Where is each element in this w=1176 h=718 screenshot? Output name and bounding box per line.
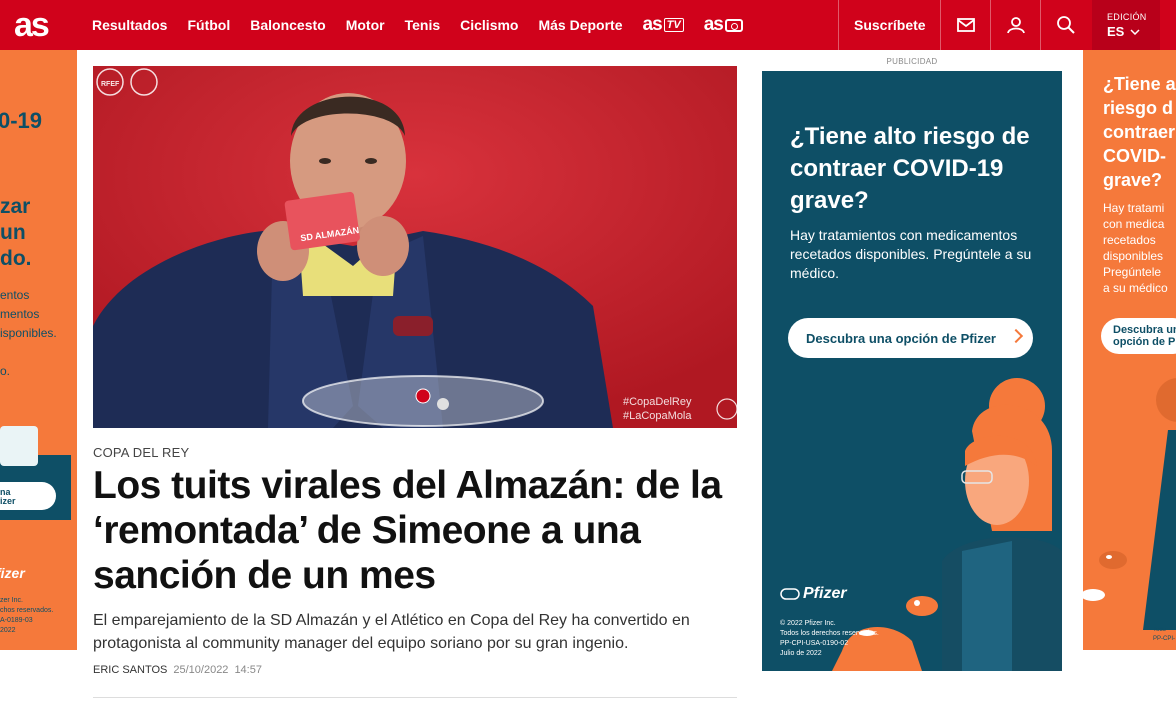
ad-left-subheadline: zar un do. [0,194,32,272]
as-logo[interactable]: as [14,8,50,42]
header-divider [838,0,839,50]
ad-right-headline-line: riesgo d [1103,98,1174,118]
ad-body: Hay tratamientos con medicamentos receta… [790,227,1032,281]
ad-left-body-line: o. [0,364,11,378]
legal-line: © 2022 Pfizer Inc. [780,620,836,627]
ad-right-cta-button[interactable]: Descubra un opción de P [1101,318,1176,354]
article-author[interactable]: ERIC SANTOS [93,664,167,676]
edition-selector[interactable]: EDICIÓN ES [1092,0,1160,50]
draw-ceremony-photo: SD ALMAZÁN RFEF #CopaDelRey #LaCopaMola [93,66,737,428]
header-divider [1040,0,1041,50]
article-summary: El emparejamiento de la SD Almazán y el … [93,612,690,652]
nav-item-motor[interactable]: Motor [346,17,385,33]
pfizer-logo: Pfizer [780,585,847,603]
edition-code: ES [1107,24,1125,39]
pfizer-ad-banner[interactable]: ¿Tiene alto riesgo de contraer COVID-19 … [762,71,1062,671]
ad-legal-text: © 2022 Pfizer Inc. Todos los derechos re… [780,619,879,659]
ad-right-body-line: Hay tratami [1103,201,1165,215]
edition-label: EDICIÓN [1107,12,1147,22]
tv-badge: TV [663,18,684,32]
article-time: 14:57 [234,664,262,676]
pfizer-pill-icon [780,588,800,600]
pfizer-logo: fizer [0,565,25,581]
ad-headline: ¿Tiene alto riesgo de contraer COVID-19 … [790,123,1030,214]
legal-line: 2022 [0,627,16,634]
ad-right-headline-line: contraer [1103,122,1176,142]
hashtag-copa: #CopaDelRey [623,396,692,408]
as-photo-link[interactable]: as [704,14,743,36]
ad-left-body-line: entos [0,288,30,302]
header-divider [940,0,941,50]
ad-cta-button[interactable]: Descubra una opción de Pfizer [788,318,1033,358]
article-date: 25/10/2022 [173,664,229,676]
nav-item-ciclismo[interactable]: Ciclismo [460,17,518,33]
nav-item-futbol[interactable]: Fútbol [187,17,230,33]
ad-left-line: un [0,221,26,244]
woman-illustration [906,378,1062,671]
search-icon[interactable] [1056,15,1076,35]
legal-line: Todo [1153,627,1167,633]
ad-right-illustration [1083,378,1176,630]
ad-left-body-line: isponibles. [0,326,57,340]
ad-right-headline: ¿Tiene a riesgo d contraer COVID- grave? [1103,72,1176,192]
ad-right-body-line: recetados [1103,233,1156,247]
legal-line: A-0189-03 [0,617,33,624]
ad-right-body-line: a su médico [1103,281,1168,295]
nav-item-tenis[interactable]: Tenis [405,17,441,33]
header-divider [990,0,991,50]
ad-left-headline: 0-19 [0,108,43,133]
legal-line: Julio de 2022 [780,650,822,657]
ad-right-cta-line: Descubra un [1113,324,1176,336]
pfizer-logo-text: Pfizer [803,585,847,602]
side-ad-right[interactable]: ¿Tiene a riesgo d contraer COVID- grave?… [1083,50,1176,650]
chevron-down-icon [1130,28,1140,35]
subscribe-button[interactable]: Suscríbete [854,0,926,50]
ad-right-body-line: con medica [1103,217,1165,231]
main-nav: Resultados Fútbol Baloncesto Motor Tenis… [92,0,743,50]
nav-item-mas-deporte[interactable]: Más Deporte [538,17,622,33]
as-tv-logo-text: as [642,14,663,35]
nav-item-resultados[interactable]: Resultados [92,17,167,33]
as-photo-logo-text: as [703,14,724,35]
mail-icon[interactable] [956,15,976,35]
edition-value: ES [1107,24,1160,39]
article-byline: ERIC SANTOS 25/10/2022 14:57 [93,664,262,676]
ad-cta-label: Descubra una opción de Pfizer [806,330,996,346]
article-divider [93,697,737,698]
article-section-label[interactable]: COPA DEL REY [93,445,189,460]
ad-right-cta-line: opción de P [1113,336,1176,348]
ad-left-line: do. [0,247,32,270]
ad-right-headline-line: ¿Tiene a [1103,74,1176,94]
ad-left-legal: zer Inc. chos reservados. A-0189-03 2022 [0,596,53,636]
legal-line: chos reservados. [0,607,54,614]
as-tv-link[interactable]: as TV [643,14,684,36]
top-navigation-bar: as Resultados Fútbol Baloncesto Motor Te… [0,0,1176,50]
legal-line: Todos los derechos reservados. [780,630,879,637]
legal-line: zer Inc. [0,597,23,604]
side-ad-left[interactable]: 0-19 zar un do. entos mentos isponibles.… [0,50,77,650]
ad-right-headline-line: grave? [1103,170,1163,190]
legal-line: PP-CPI-USA-0190-02 [780,640,849,647]
legal-line: PP-CPI- [1153,636,1176,642]
ad-right-body-line: Pregúntele [1103,265,1162,279]
ad-left-cta-button[interactable]: na izer [0,482,56,510]
ad-left-line: zar [0,195,31,218]
ad-right-body: Hay tratami con medica recetados disponi… [1103,200,1168,296]
ad-left-body-line: mentos [0,307,40,321]
camera-icon [724,18,743,32]
article-hero-image[interactable]: SD ALMAZÁN RFEF #CopaDelRey #LaCopaMola [93,66,737,428]
ad-right-body-line: disponibles [1103,249,1164,263]
ad-left-cta-line: izer [0,496,16,506]
nav-item-baloncesto[interactable]: Baloncesto [250,17,325,33]
ad-left-body: entos mentos isponibles. o. [0,286,57,381]
rfef-logo-text: RFEF [101,81,120,88]
ad-label: PUBLICIDAD [886,57,938,66]
article-headline[interactable]: Los tuits virales del Almazán: de la ‘re… [93,463,733,598]
tissue-box-illustration [0,426,38,466]
user-icon[interactable] [1006,15,1026,35]
hashtag-lacopamola: #LaCopaMola [623,410,692,422]
ad-right-headline-line: COVID- [1103,146,1166,166]
ad-right-legal: Todo PP-CPI- [1153,626,1175,644]
chevron-right-icon [1008,328,1024,344]
